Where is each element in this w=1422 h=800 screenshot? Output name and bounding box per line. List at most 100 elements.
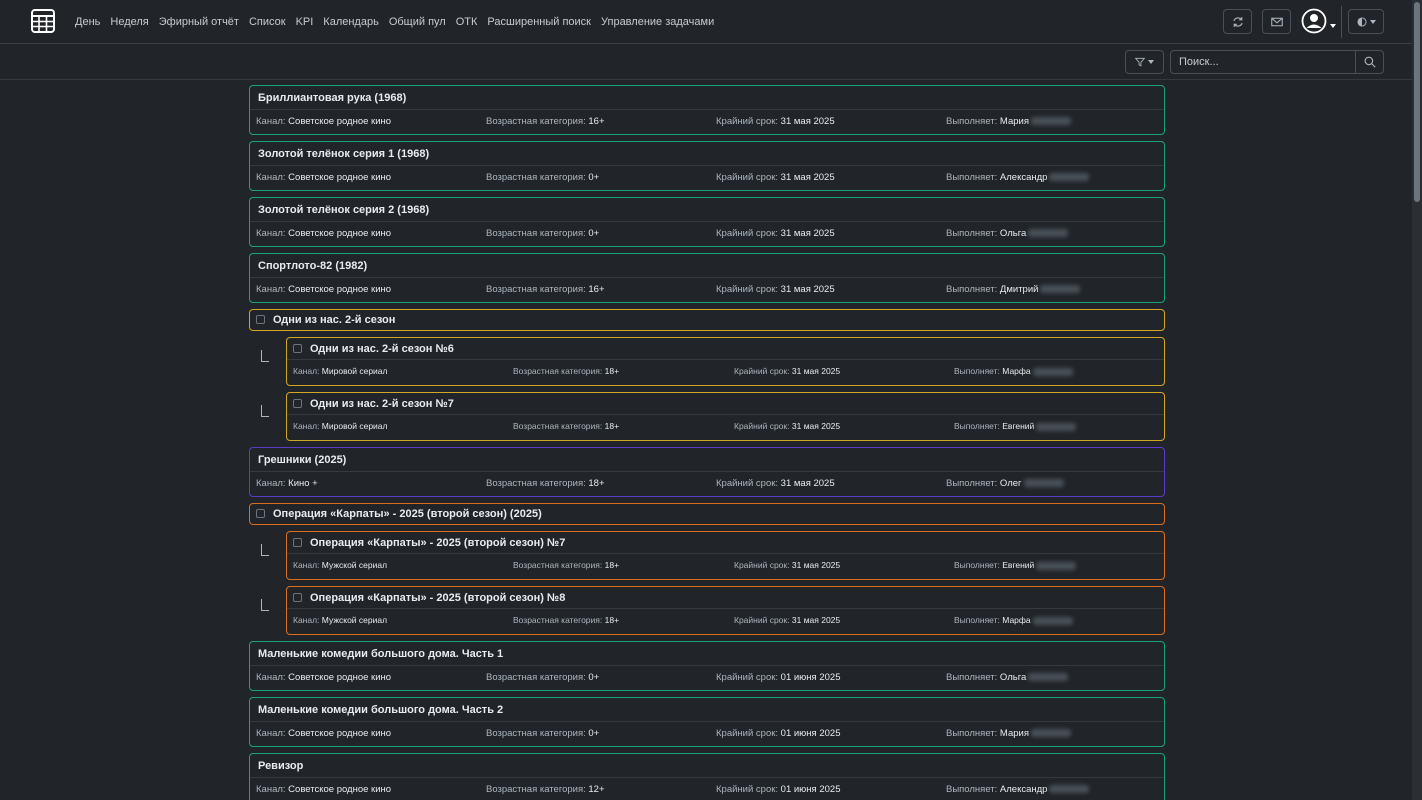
nav-otk[interactable]: ОТК <box>456 16 478 28</box>
task-assignee-value: Александр <box>999 784 1048 795</box>
task-checkbox[interactable] <box>293 398 302 408</box>
search-button[interactable] <box>1355 50 1384 74</box>
task-assignee-value: Ольга <box>999 228 1027 239</box>
task-channel-label: Канал: <box>256 672 286 683</box>
task-card[interactable]: Маленькие комедии большого дома. Часть 1… <box>249 641 1165 691</box>
task-deadline: Крайний срок: 31 мая 2025 <box>716 166 835 190</box>
nav-task-management[interactable]: Управление задачами <box>601 16 714 28</box>
task-assignee: Выполняет: Марфа <box>954 360 1073 382</box>
task-title: Одни из нас. 2-й сезон №7 <box>287 393 1164 415</box>
task-channel: Канал: Советское родное кино <box>256 778 391 800</box>
task-title-text: Операция «Карпаты» - 2025 (второй сезон)… <box>310 537 566 549</box>
task-age-category-label: Возрастная категория: <box>486 784 586 795</box>
task-assignee: Выполняет: Марфа <box>954 609 1073 631</box>
task-assignee-value: Евгений <box>1002 421 1035 431</box>
redacted-surname <box>1028 229 1069 238</box>
task-deadline: Крайний срок: 31 мая 2025 <box>716 278 835 302</box>
subtask-card[interactable]: Операция «Карпаты» - 2025 (второй сезон)… <box>286 586 1165 635</box>
task-card[interactable]: Спортлото-82 (1982) Канал: Советское родн… <box>249 253 1165 303</box>
task-title-text: Операция «Карпаты» - 2025 (второй сезон)… <box>310 592 566 604</box>
nav-calendar[interactable]: Календарь <box>323 16 379 28</box>
user-avatar-icon[interactable] <box>1301 8 1327 34</box>
main-nav: День Неделя Эфирный отчёт Список KPI Кал… <box>75 0 724 44</box>
task-age-category-label: Возрастная категория: <box>486 284 586 295</box>
task-age-category: Возрастная категория: 18+ <box>486 472 605 496</box>
task-channel-label: Канал: <box>256 478 286 489</box>
task-title-text: Одни из нас. 2-й сезон №6 <box>310 343 454 355</box>
task-checkbox[interactable] <box>293 343 302 353</box>
task-checkbox[interactable] <box>293 537 302 547</box>
page-scrollbar[interactable] <box>1412 0 1422 800</box>
task-checkbox[interactable] <box>256 508 265 518</box>
task-channel-value: Мировой сериал <box>321 366 388 376</box>
nav-kpi[interactable]: KPI <box>296 16 314 28</box>
task-title-text: Одни из нас. 2-й сезон №7 <box>310 398 454 410</box>
user-menu-caret-icon[interactable] <box>1330 24 1336 28</box>
refresh-button[interactable] <box>1223 9 1252 34</box>
task-deadline: Крайний срок: 31 мая 2025 <box>716 222 835 246</box>
mail-button[interactable] <box>1262 9 1291 34</box>
task-age-category-value: 0+ <box>588 172 600 183</box>
task-deadline-value: 31 мая 2025 <box>791 615 841 625</box>
subtask-card[interactable]: Одни из нас. 2-й сезон №6 Канал: Мировой … <box>286 337 1165 386</box>
task-group-card[interactable]: Одни из нас. 2-й сезон <box>249 309 1165 331</box>
task-assignee-value: Александр <box>999 172 1048 183</box>
task-card[interactable]: Золотой телёнок серия 2 (1968) Канал: Сов… <box>249 197 1165 247</box>
nav-list[interactable]: Список <box>249 16 286 28</box>
task-assignee: Выполняет: Ольга <box>946 666 1069 690</box>
task-assignee-label: Выполняет: <box>946 116 998 127</box>
task-title: Маленькие комедии большого дома. Часть 2 <box>250 698 1164 722</box>
nav-common-pool[interactable]: Общий пул <box>389 16 446 28</box>
task-title: Грешники (2025) <box>250 448 1164 472</box>
task-age-category-label: Возрастная категория: <box>486 228 586 239</box>
task-card[interactable]: Грешники (2025) Канал: Кино + Возрастная к… <box>249 447 1165 497</box>
task-assignee: Выполняет: Евгений <box>954 415 1077 437</box>
nav-week[interactable]: Неделя <box>110 16 148 28</box>
theme-toggle-button[interactable] <box>1348 9 1384 34</box>
task-assignee-value: Марфа <box>1002 615 1031 625</box>
task-checkbox[interactable] <box>293 592 302 602</box>
list-toolbar <box>0 44 1412 80</box>
scrollbar-thumb[interactable] <box>1414 2 1420 202</box>
nav-advanced-search[interactable]: Расширенный поиск <box>487 16 591 28</box>
task-checkbox[interactable] <box>256 314 265 324</box>
task-title-text: Одни из нас. 2-й сезон <box>273 314 396 326</box>
task-group-card[interactable]: Операция «Карпаты» - 2025 (второй сезон)… <box>249 503 1165 525</box>
task-channel-value: Мужской сериал <box>321 560 388 570</box>
task-deadline-value: 01 июня 2025 <box>780 672 841 683</box>
app-logo-table-icon[interactable] <box>31 9 55 33</box>
task-deadline-value: 31 мая 2025 <box>780 228 835 239</box>
task-deadline: Крайний срок: 01 июня 2025 <box>716 778 840 800</box>
filter-button[interactable] <box>1125 50 1164 74</box>
task-deadline-value: 31 мая 2025 <box>791 421 841 431</box>
task-title-text: Ревизор <box>258 760 304 772</box>
task-title: Одни из нас. 2-й сезон №6 <box>287 338 1164 360</box>
task-deadline: Крайний срок: 31 мая 2025 <box>734 360 840 382</box>
task-channel: Канал: Советское родное кино <box>256 666 391 690</box>
task-card[interactable]: Бриллиантовая рука (1968) Канал: Советско… <box>249 85 1165 135</box>
nav-air-report[interactable]: Эфирный отчёт <box>159 16 239 28</box>
task-assignee: Выполняет: Дмитрий <box>946 278 1081 302</box>
nav-day[interactable]: День <box>75 16 100 28</box>
task-assignee-label: Выполняет: <box>954 421 1000 431</box>
subtask-card[interactable]: Операция «Карпаты» - 2025 (второй сезон)… <box>286 531 1165 580</box>
redacted-surname <box>1030 117 1071 126</box>
task-title: Операция «Карпаты» - 2025 (второй сезон)… <box>287 532 1164 554</box>
redacted-surname <box>1049 173 1090 182</box>
subtask-card[interactable]: Одни из нас. 2-й сезон №7 Канал: Мировой … <box>286 392 1165 441</box>
redacted-surname <box>1028 673 1069 682</box>
task-channel: Канал: Мировой сериал <box>293 360 387 382</box>
task-card[interactable]: Маленькие комедии большого дома. Часть 2… <box>249 697 1165 747</box>
redacted-surname <box>1032 367 1073 376</box>
task-channel: Канал: Мужской сериал <box>293 609 387 631</box>
task-channel: Канал: Мировой сериал <box>293 415 387 437</box>
task-card[interactable]: Ревизор Канал: Советское родное кино Возра… <box>249 753 1165 800</box>
task-card[interactable]: Золотой телёнок серия 1 (1968) Канал: Сов… <box>249 141 1165 191</box>
task-channel-value: Советское родное кино <box>288 784 392 795</box>
task-age-category-label: Возрастная категория: <box>486 672 586 683</box>
task-title: Операция «Карпаты» - 2025 (второй сезон)… <box>250 504 1164 524</box>
task-assignee-label: Выполняет: <box>954 615 1000 625</box>
search-input[interactable] <box>1170 50 1356 74</box>
task-channel: Канал: Советское родное кино <box>256 110 391 134</box>
task-channel: Канал: Кино + <box>256 472 318 496</box>
